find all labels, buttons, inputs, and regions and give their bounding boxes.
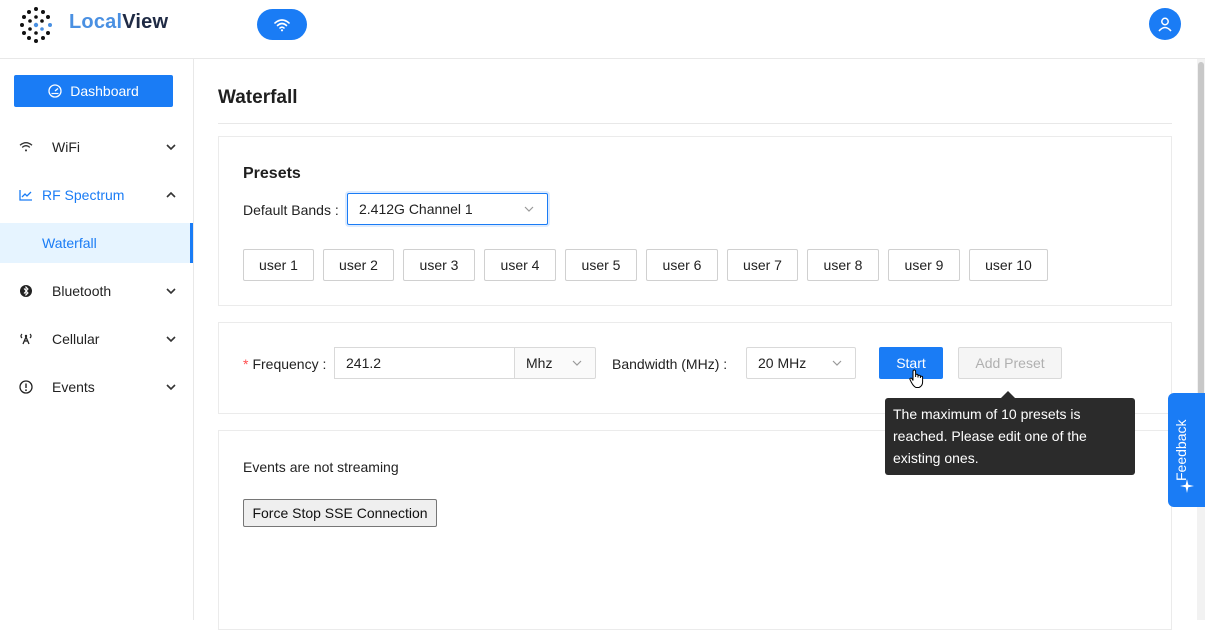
feedback-label: Feedback	[1173, 419, 1189, 481]
sidebar-item-label: Events	[52, 379, 95, 395]
preset-user-10-button[interactable]: user 10	[969, 249, 1048, 281]
wifi-icon	[274, 18, 290, 31]
user-avatar-button[interactable]	[1149, 8, 1181, 40]
bluetooth-icon	[18, 283, 34, 299]
frequency-unit-select[interactable]: Mhz	[514, 347, 596, 379]
brand-part1: Local	[69, 11, 123, 33]
preset-user-3-button[interactable]: user 3	[403, 249, 475, 281]
brand-name: LocalView	[69, 11, 168, 34]
sidebar-item-waterfall[interactable]: Waterfall	[0, 223, 193, 263]
chevron-down-icon	[524, 206, 534, 212]
sidebar-item-label: Bluetooth	[52, 283, 112, 299]
frequency-input[interactable]: 241.2	[334, 347, 515, 379]
presets-card: Presets Default Bands : 2.412G Channel 1…	[218, 136, 1172, 306]
preset-user-6-button[interactable]: user 6	[646, 249, 718, 281]
antenna-icon	[18, 331, 34, 347]
feedback-tab[interactable]: Feedback	[1168, 393, 1205, 507]
sparkle-icon	[1180, 479, 1194, 493]
dashboard-gauge-icon	[48, 84, 62, 98]
alert-circle-icon	[18, 379, 34, 395]
sidebar-item-events[interactable]: Events	[0, 367, 193, 407]
presets-heading: Presets	[243, 165, 301, 182]
line-chart-icon	[18, 187, 34, 203]
frequency-value: 241.2	[346, 355, 382, 371]
sidebar-item-bluetooth[interactable]: Bluetooth	[0, 271, 193, 311]
frequency-label-text: Frequency	[252, 356, 319, 372]
sidebar-item-wifi[interactable]: WiFi	[0, 127, 193, 167]
sidebar-item-label: Cellular	[52, 331, 100, 347]
preset-user-5-button[interactable]: user 5	[565, 249, 637, 281]
sidebar-item-rf-spectrum[interactable]: RF Spectrum	[0, 175, 193, 215]
chevron-down-icon	[166, 384, 176, 391]
add-preset-tooltip: The maximum of 10 presets is reached. Pl…	[885, 391, 1135, 475]
sidebar-item-label: RF Spectrum	[42, 187, 125, 203]
preset-user-9-button[interactable]: user 9	[888, 249, 960, 281]
sidebar: Dashboard WiFi RF Spectrum Waterfall Blu…	[0, 59, 194, 620]
user-icon	[1158, 17, 1172, 32]
frequency-label: * Frequency :	[243, 356, 327, 372]
chevron-up-icon	[166, 191, 176, 198]
chevron-down-icon	[832, 360, 842, 366]
preset-user-4-button[interactable]: user 4	[484, 249, 556, 281]
dashboard-label: Dashboard	[70, 83, 139, 99]
force-stop-sse-button[interactable]: Force Stop SSE Connection	[243, 499, 437, 527]
title-divider	[218, 123, 1172, 124]
default-bands-select[interactable]: 2.412G Channel 1	[347, 193, 548, 225]
default-bands-label: Default Bands :	[243, 202, 339, 218]
sidebar-item-cellular[interactable]: Cellular	[0, 319, 193, 359]
bandwidth-value: 20 MHz	[758, 355, 807, 371]
page-title: Waterfall	[218, 87, 298, 108]
preset-user-8-button[interactable]: user 8	[807, 249, 879, 281]
main-scrollbar-thumb[interactable]	[1198, 62, 1204, 422]
bandwidth-select[interactable]: 20 MHz	[746, 347, 856, 379]
sidebar-item-label: Waterfall	[42, 235, 97, 251]
preset-user-7-button[interactable]: user 7	[727, 249, 798, 281]
preset-user-1-button[interactable]: user 1	[243, 249, 314, 281]
wifi-icon	[18, 139, 34, 155]
sidebar-item-label: WiFi	[52, 139, 80, 155]
logo-icon	[20, 7, 52, 43]
dashboard-button[interactable]: Dashboard	[14, 75, 173, 107]
chevron-down-icon	[166, 144, 176, 151]
preset-user-2-button[interactable]: user 2	[323, 249, 394, 281]
brand-part2: View	[122, 11, 169, 33]
hand-pointer-cursor-icon	[909, 369, 924, 388]
top-header: LocalView	[0, 0, 1205, 59]
chevron-down-icon	[166, 288, 176, 295]
chevron-down-icon	[572, 360, 582, 366]
add-preset-button[interactable]: Add Preset	[958, 347, 1062, 379]
default-bands-label-text: Default Bands	[243, 202, 331, 218]
chevron-down-icon	[166, 336, 176, 343]
bandwidth-label-text: Bandwidth (MHz)	[612, 356, 720, 372]
events-status-text: Events are not streaming	[243, 459, 399, 475]
preset-buttons-row: user 1 user 2 user 3 user 4 user 5 user …	[243, 249, 1048, 281]
default-bands-value: 2.412G Channel 1	[359, 201, 473, 217]
required-marker: *	[243, 356, 249, 372]
frequency-unit-value: Mhz	[526, 355, 553, 371]
bandwidth-label: Bandwidth (MHz) :	[612, 356, 728, 372]
wifi-status-button[interactable]	[257, 9, 307, 40]
